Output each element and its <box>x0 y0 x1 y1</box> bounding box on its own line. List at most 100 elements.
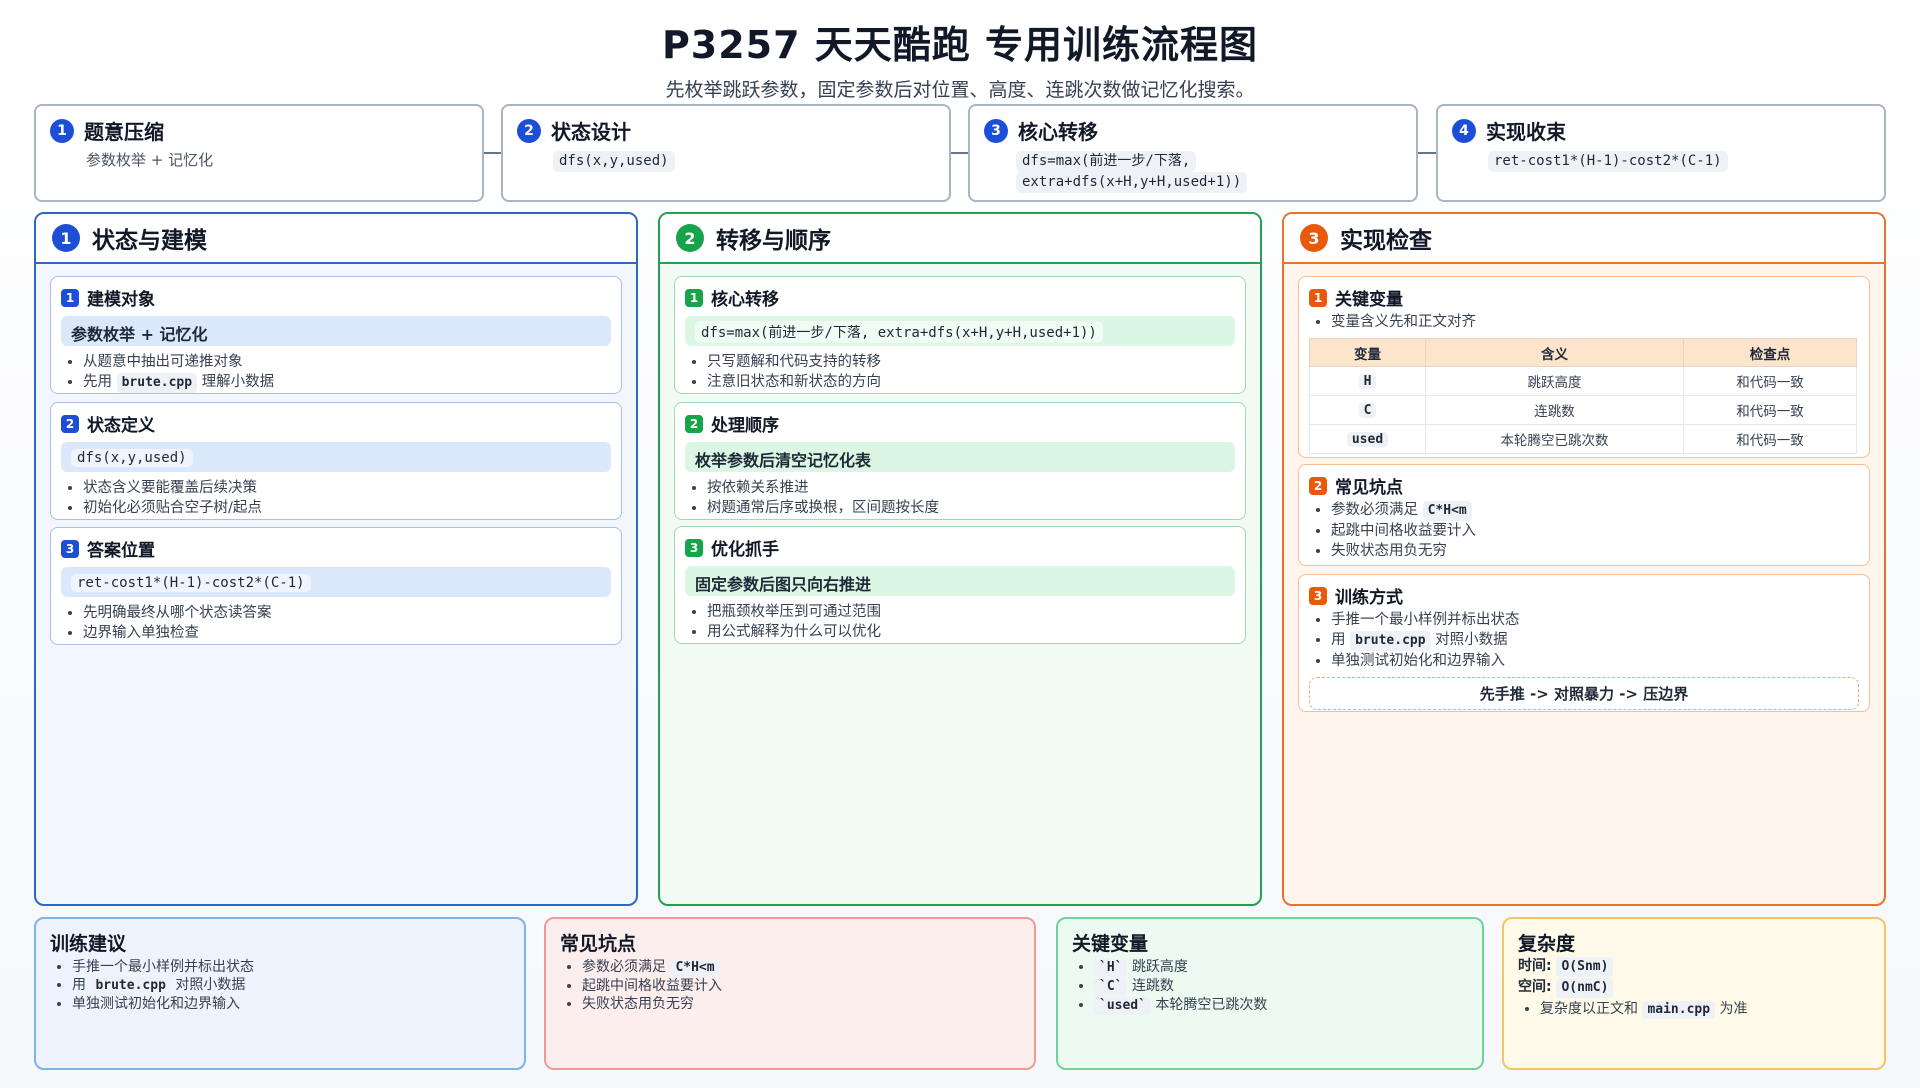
card-number-badge: 3 <box>61 539 79 558</box>
panel-key-variables: 关键变量 `H` 跳跃高度 `C` 连跳数 `used` 本轮腾空已跳次数 <box>1056 917 1484 1070</box>
step-number-badge: 2 <box>517 118 541 143</box>
table-cell: 和代码一致 <box>1683 366 1857 396</box>
card-highlight: 参数枚举 + 记忆化 <box>61 316 611 346</box>
card-number-badge: 3 <box>685 538 703 557</box>
step-title: 题意压缩 <box>84 120 164 144</box>
list-item: 从题意中抽出可递推对象 <box>83 352 611 372</box>
card-number-badge: 1 <box>61 288 79 307</box>
table-cell: 跳跃高度 <box>1425 366 1684 396</box>
card-title: 答案位置 <box>87 541 155 561</box>
panel-training-advice: 训练建议 手推一个最小样例并标出状态 用 brute.cpp 对照小数据 单独测… <box>34 917 526 1070</box>
list-item: 树题通常后序或换根，区间题按长度 <box>707 498 1235 518</box>
inline-code: `used` <box>1094 997 1151 1015</box>
step-code: dfs(x,y,used) <box>553 151 675 172</box>
panel-title: 复杂度 <box>1518 933 1576 955</box>
list-item: 参数必须满足 C*H<m <box>1331 500 1859 521</box>
table-cell: used <box>1346 432 1389 447</box>
list-item: 失败状态用负无穷 <box>1331 541 1859 561</box>
step-number-badge: 3 <box>984 118 1008 143</box>
card-title: 核心转移 <box>711 290 779 310</box>
list-item: 失败状态用负无穷 <box>582 995 1020 1013</box>
list-item: 用 brute.cpp 对照小数据 <box>72 976 510 995</box>
list-item: 状态含义要能覆盖后续决策 <box>83 478 611 498</box>
card-title: 常见坑点 <box>1335 478 1403 498</box>
card-core-transition: 1 核心转移 dfs=max(前进一步/下落, extra+dfs(x+H,y+… <box>674 276 1246 394</box>
card-title: 处理顺序 <box>711 416 779 436</box>
list-item: 手推一个最小样例并标出状态 <box>1331 610 1859 630</box>
panel-title: 常见坑点 <box>560 933 637 955</box>
step-4: 4 实现收束 ret-cost1*(H-1)-cost2*(C-1) <box>1436 104 1886 202</box>
column-implementation: 3 实现检查 1 关键变量 变量含义先和正文对齐 变量 含义 检查点 H 跳跃高… <box>1282 212 1886 906</box>
page-title: P3257 天天酷跑 专用训练流程图 <box>661 23 1259 67</box>
card-highlight: 固定参数后图只向右推进 <box>685 566 1235 596</box>
time-complexity: 时间: O(Snm) <box>1518 956 1870 977</box>
step-title: 实现收束 <box>1486 120 1566 144</box>
card-title: 训练方式 <box>1335 588 1403 608</box>
card-title: 关键变量 <box>1335 290 1403 310</box>
step-3: 3 核心转移 dfs=max(前进一步/下落, extra+dfs(x+H,y+… <box>968 104 1418 202</box>
panel-complexity: 复杂度 时间: O(Snm) 空间: O(nmC) 复杂度以正文和 main.c… <box>1502 917 1886 1070</box>
table-cell: 本轮腾空已跳次数 <box>1425 424 1684 454</box>
step-flow: 1 题意压缩 参数枚举 + 记忆化 2 状态设计 dfs(x,y,used) 3… <box>34 104 1886 202</box>
step-number-badge: 4 <box>1452 118 1476 143</box>
card-training-method: 3 训练方式 手推一个最小样例并标出状态 用 brute.cpp 对照小数据 单… <box>1298 574 1870 712</box>
card-highlight-code: dfs=max(前进一步/下落, extra+dfs(x+H,y+H,used+… <box>695 321 1103 343</box>
list-item: 注意旧状态和新状态的方向 <box>707 372 1235 392</box>
header: P3257 天天酷跑 专用训练流程图 先枚举跳跃参数，固定参数后对位置、高度、连… <box>0 14 1920 102</box>
step-number-badge: 1 <box>50 118 74 143</box>
column-number-badge: 3 <box>1300 224 1328 252</box>
table-cell: 连跳数 <box>1425 395 1684 425</box>
column-title: 状态与建模 <box>92 228 207 254</box>
list-item: 把瓶颈枚举压到可通过范围 <box>707 602 1235 622</box>
list-item: 边界输入单独检查 <box>83 623 611 643</box>
list-item: 起跳中间格收益要计入 <box>582 977 1020 995</box>
card-state-definition: 2 状态定义 dfs(x,y,used) 状态含义要能覆盖后续决策 初始化必须贴… <box>50 402 622 520</box>
list-item: 初始化必须贴合空子树/起点 <box>83 498 611 518</box>
step-code-line1: dfs=max(前进一步/下落, <box>1016 151 1197 172</box>
step-title: 状态设计 <box>551 120 631 144</box>
table-header: 检查点 <box>1683 338 1857 367</box>
card-key-variables: 1 关键变量 变量含义先和正文对齐 变量 含义 检查点 H 跳跃高度 和代码一致… <box>1298 276 1870 458</box>
column-title: 实现检查 <box>1340 228 1432 254</box>
column-header: 1 状态与建模 <box>36 214 636 264</box>
card-number-badge: 2 <box>61 414 79 433</box>
table-row: C 连跳数 和代码一致 <box>1309 395 1857 425</box>
card-number-badge: 1 <box>685 288 703 307</box>
list-item: 只写题解和代码支持的转移 <box>707 352 1235 372</box>
list-item: 手推一个最小样例并标出状态 <box>72 958 510 976</box>
panel-title: 关键变量 <box>1072 933 1149 955</box>
card-highlight-code: ret-cost1*(H-1)-cost2*(C-1) <box>71 574 311 592</box>
inline-code: main.cpp <box>1642 1001 1716 1019</box>
inline-code: `H` <box>1094 959 1128 977</box>
step-2: 2 状态设计 dfs(x,y,used) <box>501 104 951 202</box>
list-item: 用公式解释为什么可以优化 <box>707 622 1235 642</box>
list-item: 先明确最终从哪个状态读答案 <box>83 603 611 623</box>
table-header-row: 变量 含义 检查点 <box>1309 338 1857 367</box>
card-number-badge: 2 <box>1309 476 1327 495</box>
page-subtitle: 先枚举跳跃参数，固定参数后对位置、高度、连跳次数做记忆化搜索。 <box>665 79 1255 101</box>
column-transition: 2 转移与顺序 1 核心转移 dfs=max(前进一步/下落, extra+df… <box>658 212 1262 906</box>
card-highlight-code: dfs(x,y,used) <box>71 449 193 467</box>
column-number-badge: 1 <box>52 224 80 252</box>
card-title: 建模对象 <box>87 290 155 310</box>
column-number-badge: 2 <box>676 224 704 252</box>
inline-code: brute.cpp <box>1350 631 1431 651</box>
list-item: 单独测试初始化和边界输入 <box>72 995 510 1013</box>
table-header: 含义 <box>1425 338 1684 367</box>
column-header: 3 实现检查 <box>1284 214 1884 264</box>
table-row: H 跳跃高度 和代码一致 <box>1309 366 1857 396</box>
card-title: 优化抓手 <box>711 540 779 560</box>
list-item: 按依赖关系推进 <box>707 478 1235 498</box>
list-item: 起跳中间格收益要计入 <box>1331 521 1859 541</box>
card-optimization: 3 优化抓手 固定参数后图只向右推进 把瓶颈枚举压到可通过范围 用公式解释为什么… <box>674 526 1246 644</box>
column-title: 转移与顺序 <box>716 228 831 254</box>
table-header: 变量 <box>1309 338 1426 367</box>
list-item: 单独测试初始化和边界输入 <box>1331 651 1859 671</box>
list-item: 先用 brute.cpp 理解小数据 <box>83 372 611 393</box>
column-header: 2 转移与顺序 <box>660 214 1260 264</box>
table-cell: 和代码一致 <box>1683 424 1857 454</box>
table-row: used 本轮腾空已跳次数 和代码一致 <box>1309 424 1857 454</box>
card-pitfalls: 2 常见坑点 参数必须满足 C*H<m 起跳中间格收益要计入 失败状态用负无穷 <box>1298 464 1870 566</box>
table-cell: H <box>1358 374 1377 389</box>
list-item: `used` 本轮腾空已跳次数 <box>1094 996 1468 1015</box>
